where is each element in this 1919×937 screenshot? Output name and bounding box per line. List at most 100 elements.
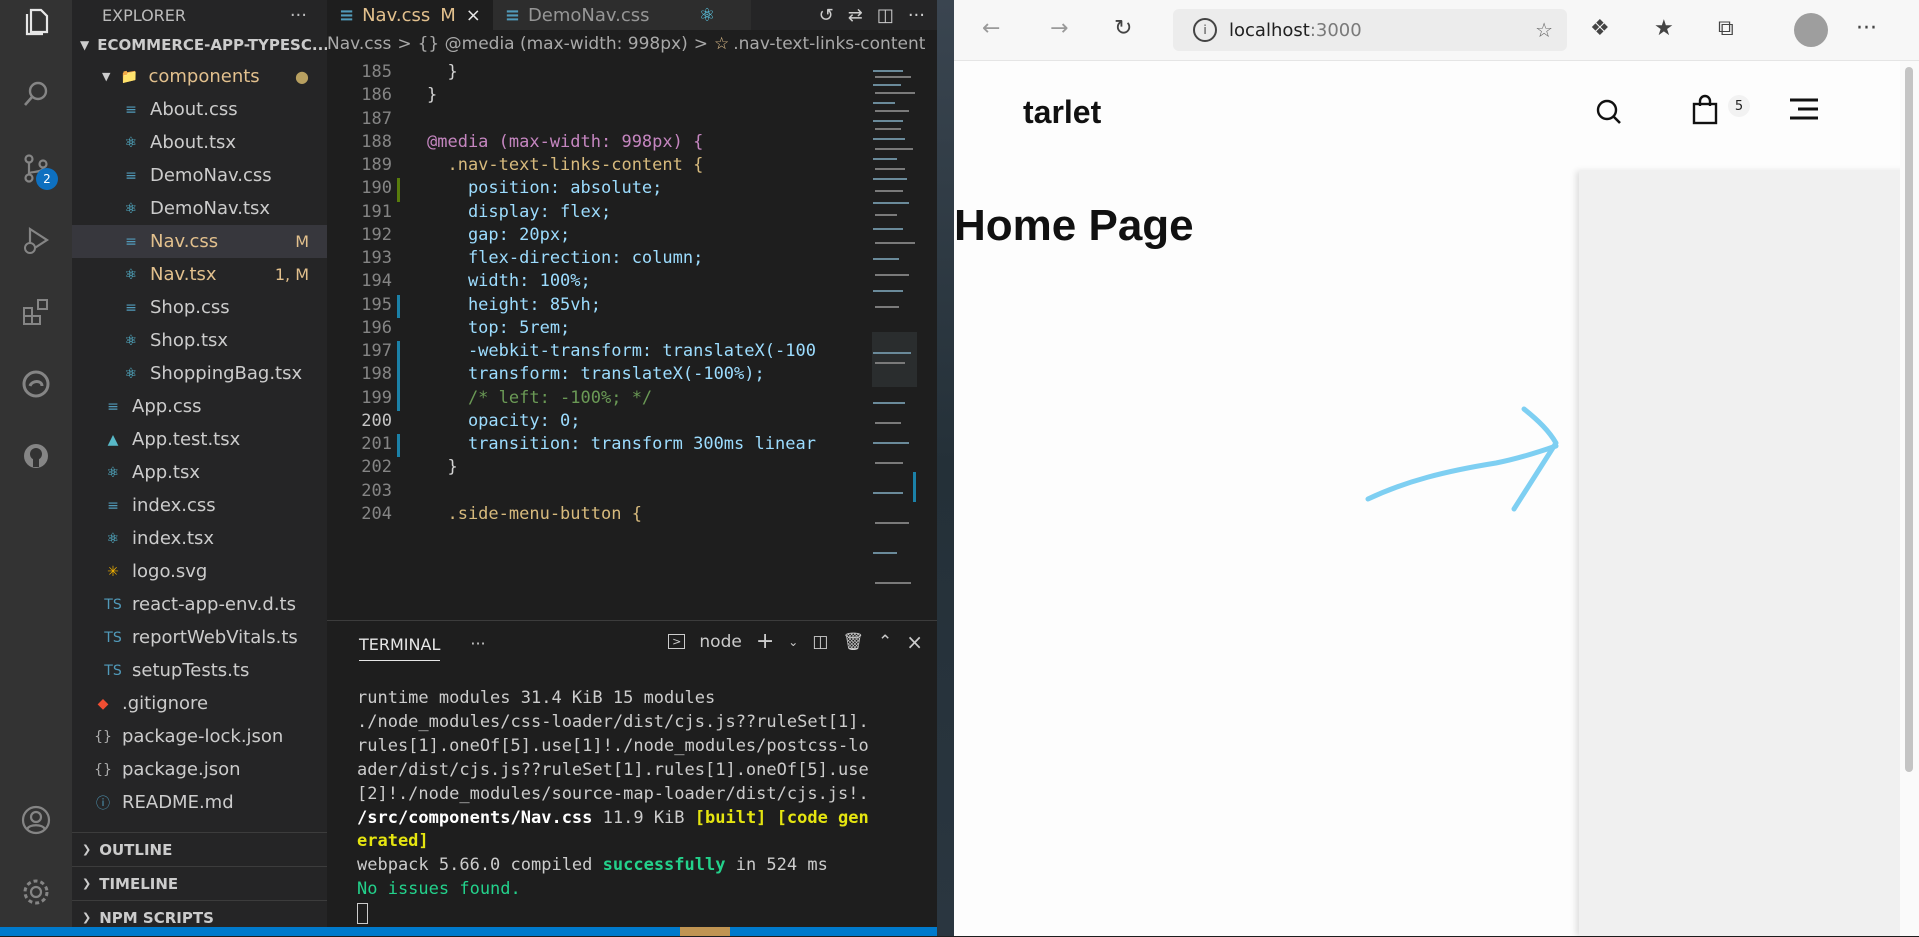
file-tree-item[interactable]: ◆ .gitignore [72,687,327,720]
maximize-panel-chevron-icon[interactable]: ⌃ [878,632,892,652]
extensions-icon[interactable] [18,294,54,330]
file-tree-item[interactable]: ⚛ Nav.tsx 1, M [72,258,327,291]
file-tree-item[interactable]: ≡ Nav.css M [72,225,327,258]
file-tree-item[interactable]: ▼ 📁 components ● [72,60,327,93]
tab-terminal[interactable]: TERMINAL [359,625,441,661]
browser-menu-icon[interactable]: ··· [1856,16,1877,41]
file-tree-item[interactable]: ⚛ App.tsx [72,456,327,489]
file-name: index.css [132,495,216,516]
file-git-status: ● [295,67,309,86]
minimap[interactable] [867,62,937,620]
file-tree-item[interactable]: ≡ index.css [72,489,327,522]
tab-modified-status: M [440,4,456,26]
page-scrollbar[interactable] [1900,61,1919,936]
chevron-down-icon[interactable]: ⌄ [788,635,798,649]
hamburger-menu-icon[interactable] [1788,97,1820,125]
compare-changes-icon[interactable]: ⇄ [848,5,863,26]
code-line: @media (max-width: 998px) { [427,131,704,152]
gutter-change-marker [397,341,400,411]
file-tree-item[interactable]: ≡ App.css [72,390,327,423]
site-logo[interactable]: tarlet [1023,94,1101,131]
breadcrumb-separator: > [397,33,412,54]
add-favorite-star-icon[interactable]: ☆ [1535,18,1553,42]
scrollbar-thumb[interactable] [1905,67,1913,772]
file-tree-item[interactable]: {} package-lock.json [72,720,327,753]
file-tree-item[interactable]: TS reportWebVitals.ts [72,621,327,654]
file-name: App.test.tsx [132,429,241,450]
forward-arrow-icon[interactable]: → [1050,16,1068,41]
react-file-icon: ⚛ [698,4,715,26]
split-terminal-icon[interactable]: ◫ [812,632,828,652]
extensions-puzzle-icon[interactable]: ❖ [1590,16,1610,41]
bag-count-badge: 5 [1728,95,1750,117]
account-icon[interactable] [18,802,54,838]
react-file-icon: ⚛ [124,200,138,217]
file-tree-item[interactable]: ⚛ DemoNav.tsx [72,192,327,225]
file-name: .gitignore [122,693,209,714]
github-icon[interactable] [18,438,54,474]
chevron-right-icon: ❯ [82,877,92,890]
site-info-icon[interactable]: i [1193,18,1217,42]
refresh-icon[interactable]: ↻ [1114,16,1132,41]
tab-demonav-css[interactable]: ≡ DemoNav.css [492,0,687,30]
line-number: 197 [361,341,392,361]
breadcrumb-selector[interactable]: .nav-text-links-content [733,34,925,54]
file-tree-item[interactable]: ⚛ index.tsx [72,522,327,555]
file-tree-item[interactable]: ⚛ ShoppingBag.tsx [72,357,327,390]
back-arrow-icon[interactable]: ← [982,16,1000,41]
split-editor-icon[interactable]: ◫ [877,5,894,26]
run-debug-icon[interactable] [18,222,54,258]
code-line: flex-direction: column; [427,248,704,268]
file-tree-item[interactable]: ✳ logo.svg [72,555,327,588]
settings-gear-icon[interactable] [18,874,54,910]
line-number: 201 [361,434,392,454]
file-tree-item[interactable]: ≡ DemoNav.css [72,159,327,192]
favorites-icon[interactable]: ★ [1654,16,1674,41]
more-actions-icon[interactable]: ··· [908,5,925,26]
search-icon[interactable] [1594,97,1624,131]
file-tree-item[interactable]: TS setupTests.ts [72,654,327,687]
close-panel-icon[interactable]: × [906,630,923,654]
file-tree-item[interactable]: ⓘ README.md [72,786,327,819]
breadcrumb-file[interactable]: Nav.css [327,34,391,54]
edge-icon[interactable] [18,366,54,402]
file-tree-item[interactable]: ≡ About.css [72,93,327,126]
collections-icon[interactable]: ⧉ [1718,16,1734,41]
new-terminal-plus-icon[interactable]: + [756,629,774,654]
line-number: 193 [361,248,392,268]
file-tree-item[interactable]: ⚛ About.tsx [72,126,327,159]
section-outline[interactable]: ❯ OUTLINE [72,832,327,866]
code-area[interactable]: 185 } 186} 187 188 @media (max-width: 998px)… [327,62,867,620]
terminal-shell-name[interactable]: node [699,632,741,652]
section-timeline[interactable]: ❯ TIMELINE [72,866,327,900]
file-tree-item[interactable]: TS react-app-env.d.ts [72,588,327,621]
file-tree-item[interactable]: {} package.json [72,753,327,786]
tab-close-icon[interactable]: × [466,5,481,26]
css-file-icon: ≡ [504,4,520,26]
terminal-line: webpack 5.66.0 compiled successfully in … [357,854,937,878]
editor-actions: ↺ ⇄ ◫ ··· [810,0,937,30]
file-name: DemoNav.css [150,165,272,186]
terminal-no-issues: No issues found. [357,879,521,900]
explorer-more-button[interactable]: ··· [290,5,307,26]
terminal-more-button[interactable]: ··· [470,634,485,653]
explorer-icon[interactable] [18,4,54,40]
file-tree-item[interactable]: ≡ Shop.css [72,291,327,324]
typescript-file-icon: TS [104,596,122,613]
timeline-history-icon[interactable]: ↺ [819,5,834,26]
tab-nav-css[interactable]: ≡ Nav.css M × [327,0,493,30]
search-icon[interactable] [18,76,54,112]
terminal-output[interactable]: runtime modules 31.4 KiB 15 modules ./no… [357,687,937,926]
tab-react-overflow[interactable]: ⚛ [686,0,751,30]
project-root[interactable]: ▼ ECOMMERCE-APP-TYPESC... [72,30,327,60]
line-number: 196 [361,317,392,338]
kill-terminal-trash-icon[interactable]: 🗑 [842,632,864,652]
shopping-bag-icon[interactable] [1690,94,1720,130]
profile-avatar[interactable] [1794,13,1828,47]
address-bar[interactable]: i localhost:3000 ☆ [1173,9,1567,51]
breadcrumb-media[interactable]: {} @media (max-width: 998px) [418,34,688,54]
file-tree-item[interactable]: ⚛ Shop.tsx [72,324,327,357]
file-tree-item[interactable]: ▲ App.test.tsx [72,423,327,456]
terminal-cursor[interactable] [357,902,937,926]
code-line: gap: 20px; [427,224,571,245]
